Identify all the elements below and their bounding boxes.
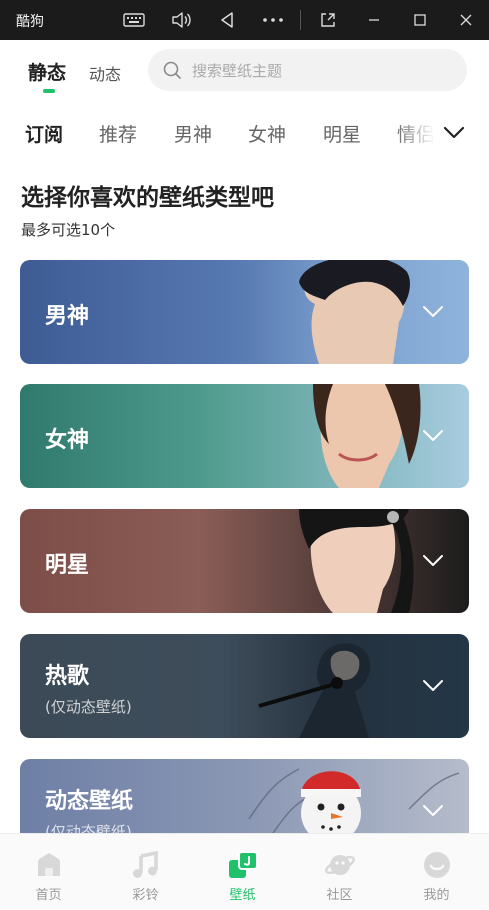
chevron-down-icon xyxy=(423,805,443,816)
tab-dynamic[interactable]: 动态 xyxy=(89,61,121,85)
card-title: 明星 xyxy=(45,553,90,578)
category-tabs: 订阅 推荐 男神 女神 明星 情侣 xyxy=(0,112,489,152)
card-title: 女神 xyxy=(45,428,90,453)
bottom-navigation: 首页 彩铃 壁纸 社区 我的 xyxy=(0,833,489,909)
wallpaper-type-card-celebrity[interactable]: 明星 xyxy=(20,509,469,613)
back-icon[interactable] xyxy=(214,8,240,32)
page-title: 选择你喜欢的壁纸类型吧 xyxy=(21,185,274,211)
category-recommend[interactable]: 推荐 xyxy=(99,120,137,147)
more-icon[interactable] xyxy=(260,8,286,32)
wallpaper-type-card-female-idol[interactable]: 女神 xyxy=(20,384,469,488)
window-titlebar: 酷狗 xyxy=(0,0,489,40)
category-subscribe[interactable]: 订阅 xyxy=(25,120,63,147)
volume-icon[interactable] xyxy=(168,8,194,32)
maximize-icon[interactable] xyxy=(407,8,433,32)
music-note-icon xyxy=(133,850,158,878)
nav-item-home[interactable]: 首页 xyxy=(0,834,97,910)
category-male-idol[interactable]: 男神 xyxy=(174,120,212,147)
pip-icon[interactable] xyxy=(315,8,341,32)
chevron-down-icon xyxy=(423,555,443,566)
wallpaper-type-card-hit-songs[interactable]: 热歌 (仅动态壁纸) xyxy=(20,634,469,738)
chevron-down-icon xyxy=(423,430,443,441)
nav-label: 我的 xyxy=(423,888,450,903)
selection-limit-text: 最多可选10个 xyxy=(21,221,116,239)
search-bar[interactable]: 搜索壁纸主题 xyxy=(148,49,467,91)
nav-item-profile[interactable]: 我的 xyxy=(388,834,485,910)
category-celebrity[interactable]: 明星 xyxy=(323,120,361,147)
close-icon[interactable] xyxy=(453,8,479,32)
search-icon xyxy=(163,61,181,79)
active-tab-indicator xyxy=(43,89,55,93)
nav-label: 壁纸 xyxy=(229,888,256,903)
minimize-icon[interactable] xyxy=(361,8,387,32)
titlebar-divider xyxy=(300,10,301,30)
card-title: 动态壁纸 xyxy=(45,789,134,814)
chevron-down-icon xyxy=(423,680,443,691)
wallpaper-icon xyxy=(229,851,258,878)
tab-static[interactable]: 静态 xyxy=(28,58,66,85)
card-title: 热歌 xyxy=(45,664,90,689)
app-title: 酷狗 xyxy=(16,14,44,30)
profile-icon xyxy=(424,852,450,878)
nav-item-wallpaper[interactable]: 壁纸 xyxy=(194,834,291,910)
category-expand-button[interactable] xyxy=(440,120,468,146)
planet-icon xyxy=(325,855,355,875)
nav-label: 彩铃 xyxy=(132,888,159,903)
search-placeholder: 搜索壁纸主题 xyxy=(192,61,283,80)
category-fade xyxy=(395,112,445,152)
wallpaper-type-card-male-idol[interactable]: 男神 xyxy=(20,260,469,364)
card-title: 男神 xyxy=(45,304,90,329)
nav-item-community[interactable]: 社区 xyxy=(291,834,388,910)
home-icon xyxy=(38,853,60,876)
chevron-down-icon xyxy=(443,126,465,139)
nav-item-ringtone[interactable]: 彩铃 xyxy=(97,834,194,910)
nav-label: 社区 xyxy=(326,888,353,903)
card-subtitle: (仅动态壁纸) xyxy=(45,698,132,716)
keyboard-icon[interactable] xyxy=(121,8,147,32)
category-female-idol[interactable]: 女神 xyxy=(248,120,286,147)
chevron-down-icon xyxy=(423,306,443,317)
nav-label: 首页 xyxy=(35,888,62,903)
